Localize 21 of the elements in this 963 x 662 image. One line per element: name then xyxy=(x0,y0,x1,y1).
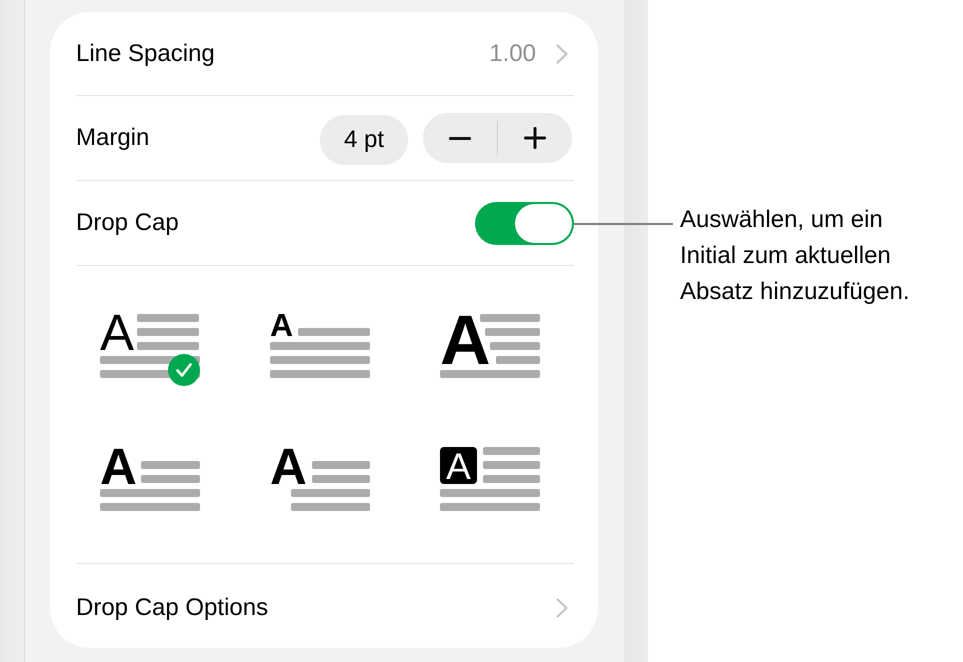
drop-cap-style-option[interactable]: A xyxy=(270,446,370,519)
increment-button[interactable] xyxy=(498,113,572,163)
drop-cap-style-option[interactable]: A xyxy=(100,313,200,386)
chevron-right-icon[interactable] xyxy=(556,598,568,618)
drop-cap-style-option[interactable]: A xyxy=(440,313,540,386)
plus-icon xyxy=(524,127,546,149)
chevron-right-icon[interactable] xyxy=(556,44,568,64)
setting-label: Line Spacing xyxy=(76,38,215,68)
drop-cap-style-option[interactable]: A xyxy=(100,446,200,519)
setting-value: 1.00 xyxy=(489,38,536,68)
value-field[interactable]: 4 pt xyxy=(320,115,408,165)
setting-label: Margin xyxy=(76,123,150,153)
drop-cap-style-option[interactable]: A xyxy=(270,313,370,386)
setting-label: Drop Cap xyxy=(76,208,179,238)
setting-label: Drop Cap Options xyxy=(76,592,268,622)
minus-icon xyxy=(449,136,471,140)
toggle-switch[interactable] xyxy=(475,202,574,244)
checkmark-icon xyxy=(168,354,200,386)
letter-tile-drawing xyxy=(440,447,477,484)
callout-text: Auswählen, um ein Initial zum aktuellen Absatz hinzuzufügen. xyxy=(680,205,910,307)
drop-cap-style-option[interactable]: A xyxy=(440,446,540,519)
